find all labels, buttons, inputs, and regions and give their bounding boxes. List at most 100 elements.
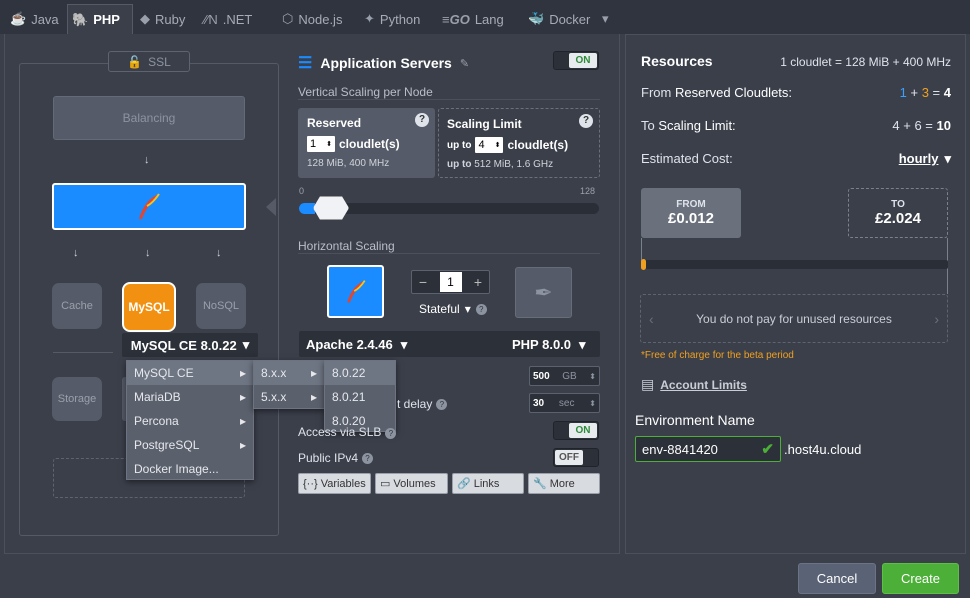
scaling-limit-stepper[interactable]: 4 ⬍ [475, 137, 504, 153]
section-title: Application Servers [320, 55, 452, 71]
cache-node[interactable]: Cache [52, 283, 102, 329]
chevron-right-icon: ▸ [239, 366, 246, 380]
tab-python[interactable]: ✦ Python [360, 4, 424, 34]
scaling-mode-select[interactable]: Stateful ▾? [419, 302, 487, 316]
cost-period-select[interactable]: hourly ▾ [899, 151, 951, 167]
stepper-icon: ⬍ [589, 398, 596, 408]
tab-ruby[interactable]: ◆ Ruby [136, 4, 189, 34]
menu-item-8022[interactable]: 8.0.22 [325, 361, 395, 385]
plus-icon[interactable]: + [467, 274, 489, 290]
php-version-select[interactable]: PHP 8.0.0 ▾ [512, 337, 586, 353]
mysql-node[interactable]: MySQL [122, 282, 176, 332]
arrow-down-icon: ↓ [145, 247, 151, 259]
menu-item-5xx[interactable]: 5.x.x ▸ [254, 385, 324, 409]
php-icon: 🐘 [72, 11, 89, 27]
app-server-node[interactable] [52, 183, 246, 230]
node-type-alt[interactable]: ✒ [515, 267, 572, 318]
minus-icon[interactable]: − [412, 274, 434, 290]
chevron-right-icon: ▸ [310, 366, 317, 380]
create-button[interactable]: Create [882, 563, 959, 594]
web-server-select[interactable]: Apache 2.4.46 ▾ [306, 337, 407, 353]
java-icon: ☕ [10, 11, 27, 26]
help-icon[interactable]: ? [475, 303, 487, 315]
mysql-logo: MySQL [128, 300, 170, 314]
edit-icon[interactable]: ✎ [460, 57, 469, 70]
nosql-node[interactable]: NoSQL [196, 283, 246, 329]
nodejs-icon: ⬡ [282, 11, 294, 26]
menu-item-8021[interactable]: 8.0.21 [325, 385, 395, 409]
volumes-button[interactable]: ▭ Volumes [375, 473, 448, 494]
db-version-select[interactable]: MySQL CE 8.0.22 ▾ [122, 333, 258, 357]
cloudlet-slider-fill [299, 203, 315, 214]
chevron-down-icon: ▾ [242, 337, 250, 352]
vertical-scaling-label: Vertical Scaling per Node [298, 85, 433, 99]
link-icon: 🔗 [457, 478, 471, 490]
cost-range-bar [641, 260, 948, 269]
node-type-apache[interactable] [327, 265, 384, 318]
help-icon[interactable]: ? [415, 113, 429, 127]
ssl-toggle[interactable]: 🔓 SSL [108, 51, 190, 72]
folder-icon: ▭ [380, 478, 391, 490]
horizontal-scaling-label: Horizontal Scaling [298, 239, 395, 253]
restart-delay-spinner[interactable]: 30 sec ⬍ [529, 393, 600, 413]
menu-item-docker-image[interactable]: Docker Image... [127, 457, 253, 481]
menu-item-mysql-ce[interactable]: MySQL CE ▸ [127, 361, 253, 385]
more-button[interactable]: 🔧 More [528, 473, 600, 494]
reserved-cloudlets-row: From Reserved Cloudlets: 1 + 3 = 4 [641, 85, 951, 100]
links-button[interactable]: 🔗 Links [452, 473, 524, 494]
unused-resources-note: ‹ You do not pay for unused resources › [640, 294, 948, 343]
access-slb-toggle[interactable]: ON [553, 421, 599, 440]
node-count-stepper[interactable]: − 1 + [411, 270, 490, 294]
chevron-right-icon: › [934, 310, 939, 327]
dotnet-icon: ⁄⁄N [204, 11, 218, 27]
help-icon[interactable]: ? [362, 452, 374, 464]
env-name-input[interactable]: env-8841420 ✔ [635, 436, 781, 462]
help-icon[interactable]: ? [579, 114, 593, 128]
python-icon: ✦ [364, 11, 375, 26]
db-major-menu: 8.x.x ▸ 5.x.x ▸ [253, 360, 325, 409]
env-name-label: Environment Name [635, 412, 755, 428]
tabs-more-dropdown[interactable]: ▾ [598, 4, 613, 34]
balancing-button[interactable]: Balancing [53, 96, 245, 140]
tab-java[interactable]: ☕ Java [6, 4, 63, 34]
chevron-down-icon: ▾ [602, 11, 609, 26]
db-engine-menu: MySQL CE ▸ MariaDB ▸ Percona ▸ PostgreSQL ▸ … [126, 360, 254, 480]
resources-header: Resources 1 cloudlet = 128 MiB + 400 MHz [641, 53, 951, 69]
db-version-menu: 8.0.22 8.0.21 8.0.20 [324, 360, 396, 432]
cloudlet-slider-handle[interactable] [313, 196, 349, 220]
divider [298, 253, 600, 254]
menu-item-percona[interactable]: Percona ▸ [127, 409, 253, 433]
beta-note: *Free of charge for the beta period [641, 350, 794, 361]
cost-from-box: FROM £0.012 [641, 188, 741, 238]
variables-button[interactable]: {··} Variables [298, 473, 371, 494]
help-icon[interactable]: ? [436, 398, 448, 410]
tab-docker[interactable]: 🐳 Docker [524, 4, 594, 34]
go-icon: ≡GO [442, 11, 470, 27]
tab-dotnet[interactable]: ⁄⁄N .NET [200, 4, 256, 34]
apache-feather-icon [139, 192, 160, 219]
help-icon[interactable]: ? [385, 428, 397, 439]
storage-node[interactable]: Storage [52, 377, 102, 421]
menu-item-mariadb[interactable]: MariaDB ▸ [127, 385, 253, 409]
disk-limit-spinner[interactable]: 500 GB ⬍ [529, 366, 600, 386]
chevron-right-icon: ▸ [310, 390, 317, 404]
tab-php[interactable]: 🐘 PHP [67, 4, 133, 34]
menu-item-8xx[interactable]: 8.x.x ▸ [254, 361, 324, 385]
wrench-icon: 🔧 [533, 478, 547, 490]
arrow-down-icon: ↓ [144, 154, 150, 166]
stepper-icon: ⬍ [326, 141, 332, 148]
app-servers-toggle[interactable]: ON [553, 51, 599, 70]
docker-icon: 🐳 [528, 11, 545, 26]
reserved-cloudlets-stepper[interactable]: 1 ⬍ [307, 136, 335, 152]
menu-item-postgresql[interactable]: PostgreSQL ▸ [127, 433, 253, 457]
arrow-down-icon: ↓ [73, 247, 79, 259]
tab-go[interactable]: ≡GO Lang [438, 4, 508, 34]
cancel-button[interactable]: Cancel [798, 563, 876, 594]
account-limits-link[interactable]: ▤ Account Limits [641, 376, 747, 393]
env-domain: .host4u.cloud [784, 442, 862, 457]
public-ipv4-toggle[interactable]: OFF [553, 448, 599, 467]
arrow-down-icon: ↓ [216, 247, 222, 259]
scaling-limit-row: To Scaling Limit: 4 + 6 = 10 [641, 118, 951, 133]
chevron-right-icon: ▸ [239, 438, 246, 452]
tab-nodejs[interactable]: ⬡ Node.js [278, 4, 346, 34]
